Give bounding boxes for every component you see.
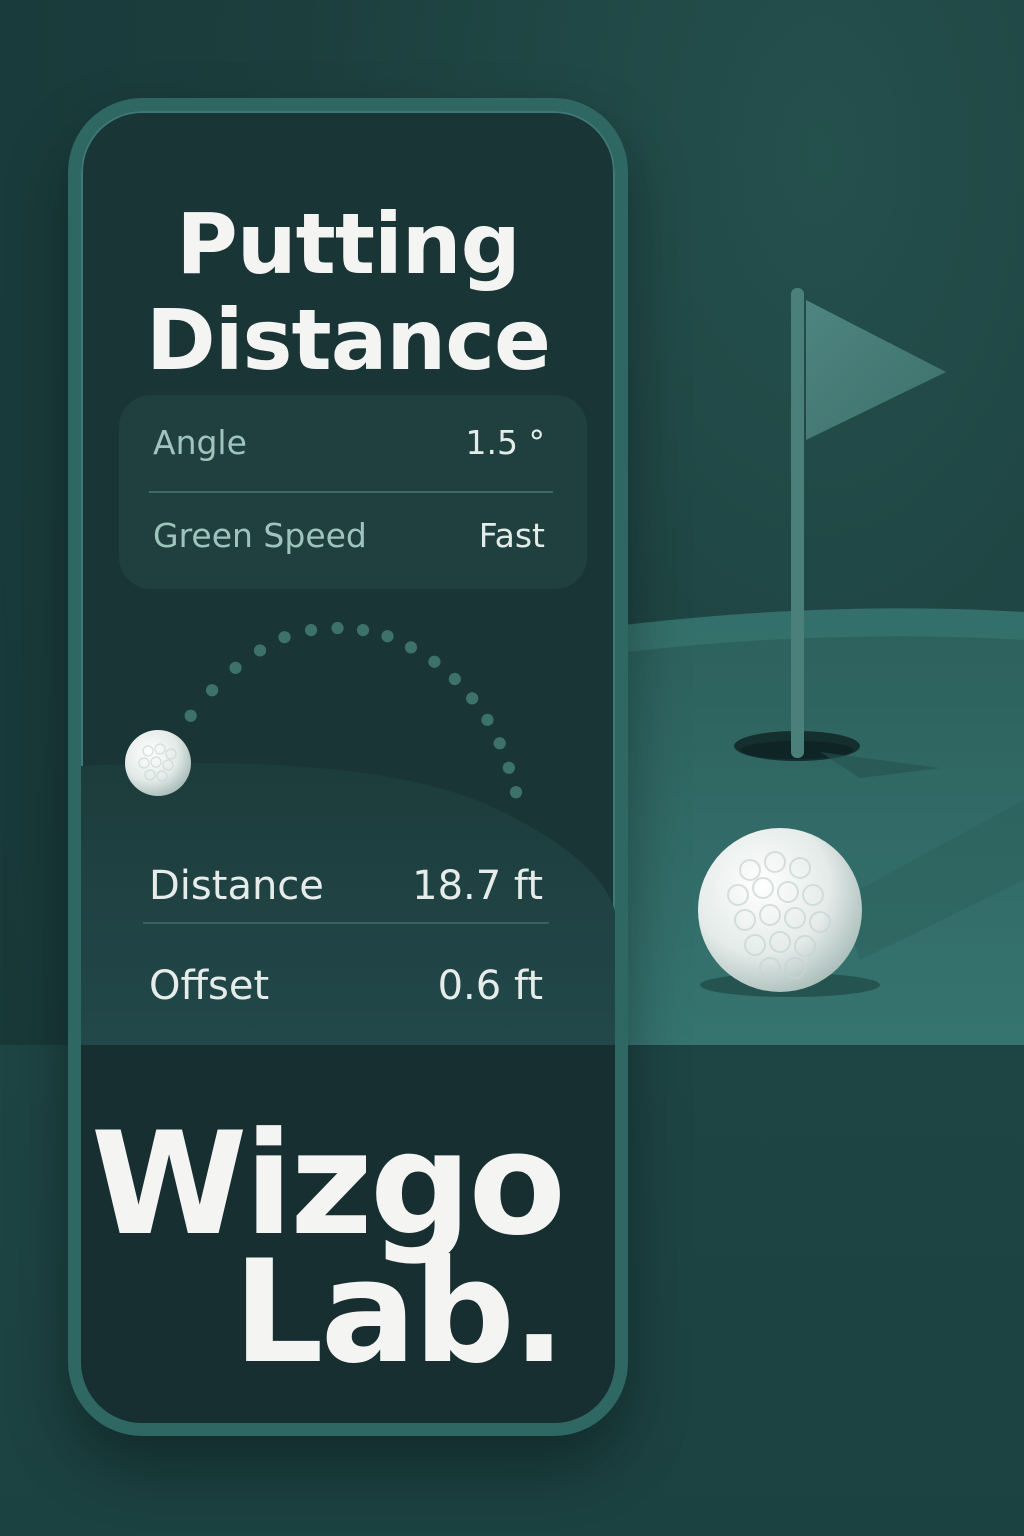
flagstick — [791, 288, 804, 758]
golf-ball-small — [125, 730, 191, 796]
results-divider — [143, 922, 549, 924]
trajectory-dots — [184, 621, 523, 799]
brand-logo: Wizgo Lab. — [91, 1114, 566, 1395]
golf-ball-large — [698, 828, 880, 997]
distance-row: Distance 18.7 ft — [149, 851, 543, 921]
offset-value: 0.6 ft — [437, 963, 543, 1009]
offset-row: Offset 0.6 ft — [149, 951, 543, 1021]
distance-label: Distance — [149, 863, 324, 909]
offset-label: Offset — [149, 963, 270, 1009]
flag-icon — [806, 300, 946, 440]
phone-mockup: Putting Distance Angle 1.5 ° Green Speed… — [68, 98, 628, 1436]
distance-value: 18.7 ft — [412, 863, 543, 909]
brand-line-2: Lab. — [233, 1230, 566, 1395]
